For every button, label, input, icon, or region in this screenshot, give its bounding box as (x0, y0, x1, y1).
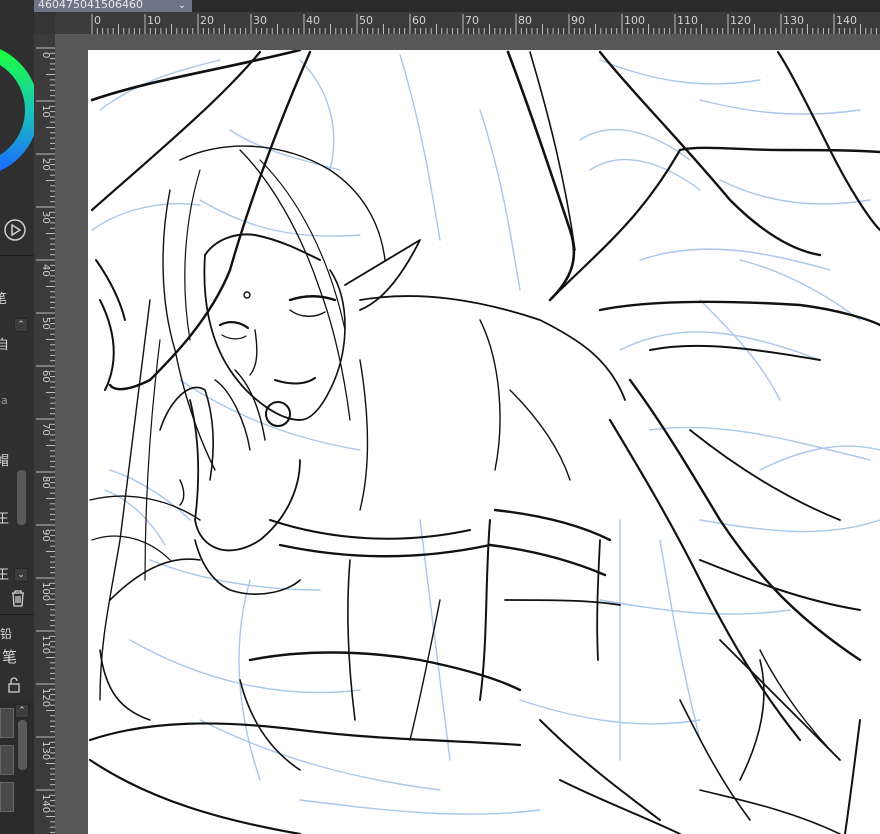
sub-tool-button-3[interactable] (0, 782, 14, 812)
scrollbar-thumb-2[interactable] (18, 720, 27, 770)
ruler-label: 70 (465, 14, 479, 27)
ruler-label: 40 (40, 264, 51, 277)
document-tab-title: 460475041506460 (38, 0, 143, 11)
ruler-label: 20 (40, 158, 51, 171)
delete-icon[interactable] (8, 588, 28, 608)
ruler-label: 100 (40, 582, 51, 601)
ruler-label: 60 (412, 14, 426, 27)
ruler-label: 80 (40, 476, 51, 489)
lock-icon[interactable] (6, 677, 22, 693)
panel-label-7: 线铅 (0, 627, 13, 641)
ruler-label: 30 (253, 14, 267, 27)
ruler-label: 110 (40, 635, 51, 654)
ruler-label: 30 (40, 211, 51, 224)
ruler-label: 40 (306, 14, 320, 27)
panel-label-1: 笔 (0, 292, 8, 307)
ruler-label: 60 (40, 370, 51, 383)
ruler-label: 0 (94, 14, 101, 27)
ruler-corner (34, 12, 55, 34)
panel-label-6: 王 (0, 568, 10, 583)
panel-label-3: na (0, 394, 8, 407)
ruler-horizontal: 0 10 20 30 40 50 60 70 80 90 100 110 120 130 140 (55, 12, 880, 34)
ruler-label: 90 (571, 14, 585, 27)
drawing-canvas[interactable] (88, 50, 880, 834)
panel-label-4: 帽 (0, 454, 10, 469)
ruler-label: 140 (40, 794, 51, 813)
ruler-label: 10 (40, 105, 51, 118)
panel-label-5: 王 (0, 512, 10, 527)
ruler-label: 130 (783, 14, 804, 27)
rough-sketch-layer (91, 54, 880, 815)
ruler-label: 70 (40, 423, 51, 436)
ruler-label: 120 (40, 688, 51, 707)
ruler-label: 50 (40, 317, 51, 330)
panel-label-2: 自 (0, 338, 10, 353)
color-wheel[interactable] (0, 0, 34, 200)
ruler-label: 10 (147, 14, 161, 27)
ruler-label: 110 (677, 14, 698, 27)
sub-tool-button-1[interactable] (0, 708, 14, 738)
scroll-down-button[interactable]: ⌄ (14, 568, 28, 582)
document-tab[interactable]: 460475041506460 ⌄ (34, 0, 192, 12)
ruler-label: 0 (40, 52, 51, 58)
scrollbar-thumb[interactable] (17, 470, 26, 525)
tab-menu-icon[interactable]: ⌄ (174, 0, 190, 12)
scroll-up-button[interactable]: ⌃ (14, 318, 28, 332)
ruler-label: 20 (200, 14, 214, 27)
ruler-label: 90 (40, 529, 51, 542)
sub-tool-button-2[interactable] (0, 745, 14, 775)
left-tool-panel: 笔 ⌃ 自 na 帽 王 王 ⌄ 线铅 笔 ⌃ (0, 0, 35, 834)
play-icon[interactable] (3, 218, 27, 242)
panel-label-8: 笔 (2, 648, 18, 666)
ruler-label: 80 (518, 14, 532, 27)
ruler-label: 100 (624, 14, 645, 27)
ruler-label: 140 (836, 14, 857, 27)
ruler-label: 120 (730, 14, 751, 27)
ruler-vertical: 0 10 20 30 40 50 60 70 80 90 100 110 120 130 140 (34, 34, 55, 834)
ruler-label: 130 (40, 741, 51, 760)
ruler-label: 50 (359, 14, 373, 27)
document-tab-bar: 460475041506460 ⌄ (34, 0, 880, 12)
line-art-layer (88, 50, 880, 834)
scroll-up-button-2[interactable]: ⌃ (15, 704, 29, 718)
